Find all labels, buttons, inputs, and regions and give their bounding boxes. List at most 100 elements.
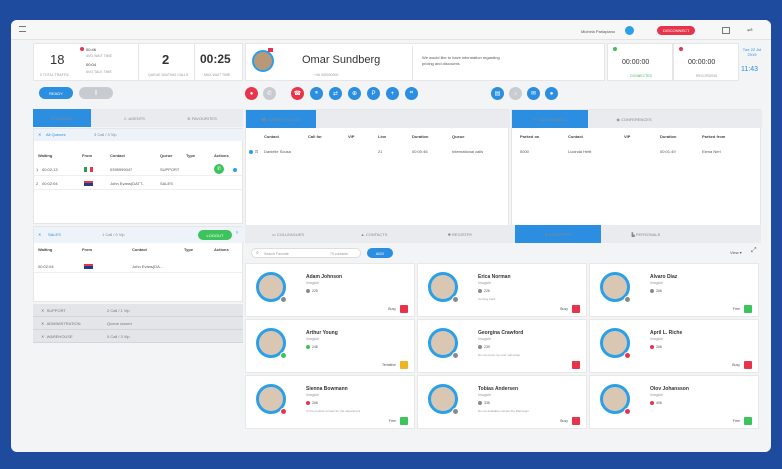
email-icon[interactable]: ✉ (527, 87, 540, 100)
answer-icon[interactable]: ✆ (214, 164, 224, 174)
contact-note: Coming back (478, 297, 496, 301)
row-duration: 00:01:49 (660, 149, 676, 154)
col-parked-from: Parked from (702, 134, 726, 139)
current-calls-tabs: ☎ CURRENT CALLS (246, 110, 510, 128)
row-contact: 0395999047 (110, 167, 133, 172)
queue-filter[interactable]: ✕ All Queues 3 Call / 3 Vip (34, 129, 244, 141)
info-dot-icon (233, 168, 237, 172)
tab-favourites[interactable]: ⊛ FAVOURITES (167, 109, 237, 127)
presence-dot-icon (624, 408, 631, 415)
col-actions: Actions (214, 247, 229, 252)
group-info: 0 Call / 3 Vip (107, 334, 130, 339)
hold-icon[interactable]: ⏸ (310, 87, 323, 100)
menu-icon[interactable] (19, 26, 26, 32)
contact-extension[interactable]: 246 (312, 345, 318, 349)
notes-icon[interactable]: ▤ (491, 87, 504, 100)
contact-extension[interactable]: 335 (484, 401, 490, 405)
tab-personals-label: PERSONALS (635, 231, 661, 237)
contact-extension[interactable]: 239 (484, 345, 490, 349)
group-support[interactable]: ✕ SUPPORT 2 Call / 1 Vip (33, 304, 243, 317)
chevron-right-icon[interactable]: › (236, 230, 238, 236)
tab-call-parked[interactable]: P CALL PARKED (512, 110, 588, 128)
close-icon[interactable]: ✕ (38, 132, 41, 137)
contact-card[interactable]: Olov Johansson Imagicle 406 Free (589, 375, 759, 429)
table-row[interactable]: 5000 Lucinda Heltt 00:01:49 Elena Neri (512, 146, 762, 158)
contact-extension[interactable]: 266 (312, 401, 318, 405)
queue-groups: ✕ SUPPORT 2 Call / 1 Vip ✕ ADMINISTRATIO… (33, 304, 243, 343)
contact-card[interactable]: Alvaro Diaz Imagicle 266 Free (589, 263, 759, 317)
caller-sub: +46 000000000 (314, 73, 339, 77)
contact-card[interactable]: Adam Johnson Imagicle 225 Busy (245, 263, 415, 317)
tab-conferences[interactable]: ◉ CONFERENCES (592, 110, 676, 128)
disconnect-button[interactable]: DISCONNECT (657, 26, 696, 35)
queue-count: 2 (162, 52, 170, 67)
tab-registry[interactable]: ✱ REGISTRY (417, 225, 503, 243)
status-square-icon (572, 417, 580, 425)
transfer-icon[interactable]: ⇄ (329, 87, 342, 100)
contact-name: Georgina Crawford (478, 330, 524, 336)
tab-queues[interactable]: ☷ QUEUES (33, 109, 91, 127)
add-user-icon[interactable]: + (386, 87, 399, 100)
col-line: Line (378, 134, 387, 139)
tab-colleagues[interactable]: ▭ COLLEAGUES (245, 225, 331, 243)
view-dropdown[interactable]: View ▾ (730, 250, 742, 255)
chat-icon[interactable]: ● (545, 87, 558, 100)
table-row[interactable]: ⊡ Danielle Sousa 21 00:00:46 Internation… (246, 146, 510, 158)
record-icon[interactable]: ● (245, 87, 258, 100)
user-avatar[interactable] (625, 26, 634, 35)
contact-card[interactable]: Georgina Crawford Imagicle 239 Do not press… (417, 319, 587, 373)
keypad-icon[interactable]: ⌗ (405, 87, 418, 100)
col-vip: VIP (624, 134, 631, 139)
contact-card[interactable]: Tobias Andersen Imagicle 335 Do not availab… (417, 375, 587, 429)
pause-button[interactable]: || (79, 87, 113, 99)
more-icon[interactable]: ⇌ (747, 26, 753, 34)
caller-note: We would like to have information regard… (422, 55, 500, 66)
sales-panel: ✕ SALES 1 Call / 0 Vip LOGOUT › Waiting … (33, 226, 244, 302)
search-input[interactable]: ⌕ Search Favorite 79 contacts (251, 248, 361, 258)
presence-dot-icon (280, 408, 287, 415)
queue-panel: ✕ All Queues 3 Call / 3 Vip Waiting From… (33, 128, 244, 224)
timer1: 00:00:00 (622, 59, 650, 66)
expand-icon[interactable]: ⤢ (751, 247, 757, 255)
contact-card[interactable]: Arthur Young Imagicle 246 Tentative (245, 319, 415, 373)
contact-extension[interactable]: 225 (312, 289, 318, 293)
tab-contacts[interactable]: ▲ CONTACTS (331, 225, 417, 243)
tab-favorites[interactable]: ★ FAVORITES (515, 225, 601, 243)
table-row[interactable]: 1 00:02:13 0395999047 SUPPORT ✆ (34, 163, 244, 176)
contact-card[interactable]: Erica Norman Imagicle 226 Coming back Busy (417, 263, 587, 317)
window-icon[interactable] (722, 27, 730, 34)
status-square-icon (572, 305, 580, 313)
divider (412, 46, 413, 80)
tab-personals[interactable]: ▙ PERSONALS (603, 225, 689, 243)
divider (138, 44, 139, 82)
phone-icon[interactable]: ✆ (263, 87, 276, 100)
park-icon[interactable]: P (367, 87, 380, 100)
mic-icon[interactable]: ♪ (509, 87, 522, 100)
table-row[interactable]: 00:02:04 John Evans(DA... (34, 260, 244, 273)
hangup-icon[interactable]: ☎ (291, 87, 304, 100)
group-name: SUPPORT (46, 307, 66, 313)
tab-current-calls[interactable]: ☎ CURRENT CALLS (246, 110, 316, 128)
favorites-grid: Adam Johnson Imagicle 225 Busy Erica Norman I… (245, 263, 761, 449)
contact-extension[interactable]: 226 (484, 289, 490, 293)
contact-extension[interactable]: 266 (656, 289, 662, 293)
sales-header[interactable]: ✕ SALES 1 Call / 0 Vip LOGOUT › (34, 227, 244, 243)
add-favorite-button[interactable]: ADD (367, 248, 393, 258)
ready-button[interactable]: READY (39, 87, 73, 99)
close-icon[interactable]: ✕ (38, 232, 41, 237)
contact-extension[interactable]: 406 (656, 401, 662, 405)
col-duration: Duration (660, 134, 677, 139)
row-queue: International calls (452, 149, 484, 154)
contact-card[interactable]: Sienna Bowmann Imagicle 266 In the product … (245, 375, 415, 429)
queue-filter-count: 3 Call / 3 Vip (94, 132, 117, 137)
status-square-icon (400, 361, 408, 369)
row-line: 21 (378, 149, 383, 154)
tab-agents[interactable]: ☺ AGENTS (103, 109, 165, 127)
group-warehouse[interactable]: ✕ WAREHOUSE 0 Call / 3 Vip (33, 330, 243, 343)
contact-extension[interactable]: 266 (656, 345, 662, 349)
conference-icon[interactable]: ⊕ (348, 87, 361, 100)
group-administration[interactable]: ✕ ADMINISTRATION Queue closed (33, 317, 243, 330)
logout-button[interactable]: LOGOUT (198, 230, 232, 240)
table-row[interactable]: 2 00:02:04 John Evans(DATT.. SALES (34, 177, 244, 190)
contact-card[interactable]: April L. Riche Imagicle 266 Busy (589, 319, 759, 373)
